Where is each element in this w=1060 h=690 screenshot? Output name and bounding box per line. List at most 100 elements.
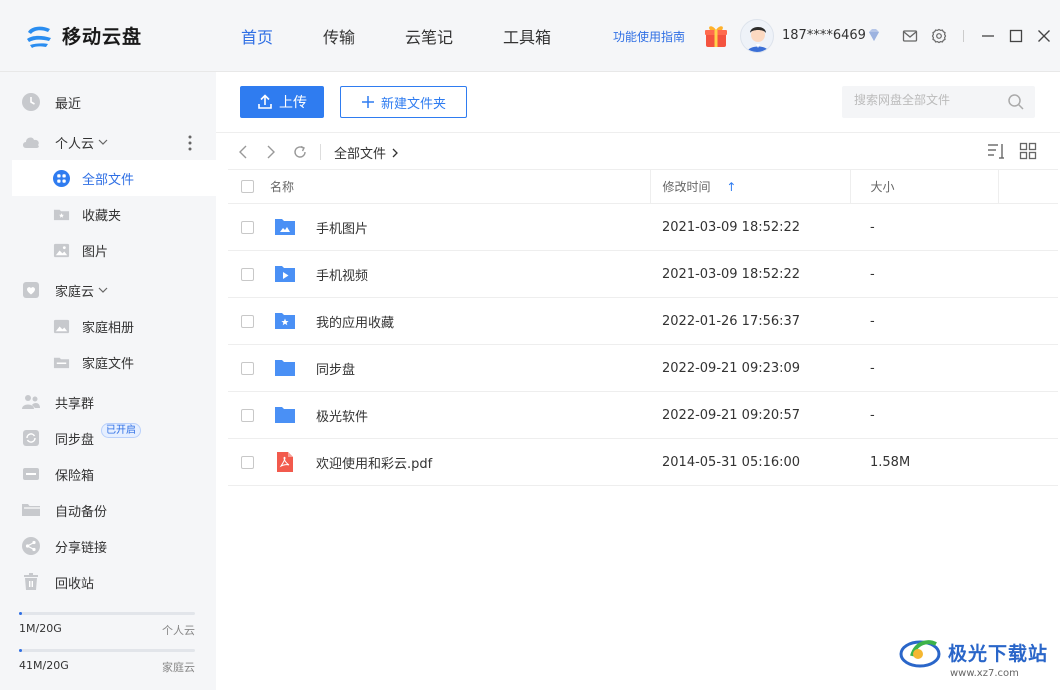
folder-open-icon [22, 504, 40, 516]
table-row[interactable]: 欢迎使用和彩云.pdf 2014-05-31 05:16:00 1.58M [228, 438, 1058, 486]
feature-guide-link[interactable]: 功能使用指南 [613, 28, 685, 45]
sidebar-item-all-files[interactable]: 全部文件 [12, 160, 216, 196]
upload-button[interactable]: 上传 [240, 86, 324, 118]
sidebar-item-recent[interactable]: 最近 [0, 84, 216, 120]
quota-bar-fill [19, 649, 22, 652]
row-checkbox[interactable] [241, 455, 254, 469]
quota-family: 41M/20G 家庭云 [19, 649, 195, 675]
file-modified: 2022-09-21 09:20:57 [650, 391, 850, 439]
sidebar-item-recycle-bin[interactable]: 回收站 [0, 564, 216, 600]
tab-cloud-notes[interactable]: 云笔记 [405, 24, 453, 48]
file-size: - [850, 203, 998, 251]
header-modified[interactable]: 修改时间 ↑ [649, 169, 850, 204]
row-checkbox[interactable] [241, 361, 254, 375]
row-checkbox[interactable] [241, 220, 254, 234]
header-size[interactable]: 大小 [849, 169, 998, 204]
pdf-icon [277, 452, 293, 472]
forward-arrow-icon[interactable] [262, 144, 278, 160]
select-all-checkbox[interactable] [241, 180, 254, 193]
more-options-icon[interactable] [186, 134, 194, 152]
header-name[interactable]: 名称 [270, 169, 650, 204]
user-avatar[interactable] [740, 19, 774, 53]
row-checkbox[interactable] [241, 267, 254, 281]
row-checkbox[interactable] [241, 408, 254, 422]
mail-icon[interactable] [902, 28, 918, 44]
gift-icon[interactable] [702, 22, 730, 50]
watermark-text: 极光下载站 [948, 642, 1049, 665]
grid-view-icon[interactable] [1019, 142, 1037, 160]
sidebar-item-family-cloud[interactable]: 家庭云 [0, 272, 216, 308]
sidebar-item-label: 图片 [82, 244, 109, 260]
top-bar: 移动云盘 首页 传输 云笔记 工具箱 功能使用指南 187****6469 [0, 0, 1060, 72]
sort-icon[interactable] [987, 142, 1005, 160]
breadcrumb[interactable]: 全部文件 [334, 143, 400, 162]
quota-bar [19, 649, 195, 652]
vip-diamond-icon[interactable] [866, 27, 882, 43]
table-row[interactable]: 手机视频 2021-03-09 18:52:22 - [228, 250, 1058, 298]
cloud-logo-icon [27, 26, 51, 48]
sidebar-item-favorites[interactable]: 收藏夹 [0, 196, 216, 232]
tab-transfer[interactable]: 传输 [323, 24, 355, 48]
sidebar-item-family-album[interactable]: 家庭相册 [0, 308, 216, 344]
close-icon[interactable] [1036, 28, 1052, 44]
file-name[interactable]: 极光软件 [270, 404, 650, 426]
search-input[interactable] [854, 93, 1004, 107]
file-name-text: 我的应用收藏 [316, 315, 395, 331]
sidebar-item-label: 收藏夹 [82, 208, 122, 224]
file-name[interactable]: 我的应用收藏 [270, 310, 650, 332]
refresh-icon[interactable] [292, 144, 308, 160]
sidebar-item-auto-backup[interactable]: 自动备份 [0, 492, 216, 528]
file-size: - [850, 391, 998, 439]
sidebar-item-label: 回收站 [55, 576, 95, 592]
sidebar-item-label: 家庭文件 [82, 356, 135, 372]
minimize-icon[interactable] [980, 28, 996, 44]
user-phone: 187****6469 [782, 28, 866, 43]
sidebar-item-share-link[interactable]: 分享链接 [0, 528, 216, 564]
table-row[interactable]: 手机图片 2021-03-09 18:52:22 - [228, 203, 1058, 251]
file-modified: 2022-01-26 17:56:37 [650, 297, 850, 345]
group-users-icon [22, 395, 40, 409]
back-arrow-icon[interactable] [236, 144, 252, 160]
settings-gear-icon[interactable] [931, 28, 947, 44]
table-row[interactable]: 同步盘 2022-09-21 09:23:09 - [228, 344, 1058, 392]
file-name[interactable]: 欢迎使用和彩云.pdf [270, 451, 650, 473]
file-name[interactable]: 同步盘 [270, 357, 650, 379]
tab-home[interactable]: 首页 [241, 24, 273, 48]
file-modified: 2014-05-31 05:16:00 [650, 438, 850, 486]
chevron-down-icon [98, 139, 108, 145]
table-row[interactable]: 我的应用收藏 2022-01-26 17:56:37 - [228, 297, 1058, 345]
quota-bar-fill [19, 612, 22, 615]
tab-toolbox[interactable]: 工具箱 [503, 24, 551, 48]
new-folder-label: 新建文件夹 [380, 96, 446, 112]
sync-icon [23, 430, 39, 446]
plus-icon [361, 96, 374, 108]
file-name[interactable]: 手机视频 [270, 263, 650, 285]
watermark: 极光下载站 www.xz7.com [898, 632, 1049, 679]
sidebar-item-label: 自动备份 [55, 504, 108, 520]
new-folder-button[interactable]: 新建文件夹 [340, 86, 467, 118]
sidebar-item-sync-disk[interactable]: 同步盘 已开启 [0, 420, 216, 456]
sidebar-item-share-group[interactable]: 共享群 [0, 384, 216, 420]
sidebar-item-label: 保险箱 [55, 468, 95, 484]
search-box [842, 86, 1035, 118]
quota-used: 41M/20G [19, 659, 69, 672]
window-controls-divider [963, 30, 964, 42]
sidebar-item-label: 家庭相册 [82, 320, 135, 336]
cloud-icon [23, 137, 39, 148]
album-icon [53, 319, 70, 333]
row-checkbox[interactable] [241, 314, 254, 328]
watermark-url: www.xz7.com [950, 668, 1019, 679]
folder-star-icon [275, 313, 295, 329]
file-size: 1.58M [850, 438, 998, 486]
search-icon[interactable] [1007, 93, 1025, 111]
maximize-icon[interactable] [1008, 28, 1024, 44]
table-row[interactable]: 极光软件 2022-09-21 09:20:57 - [228, 391, 1058, 439]
file-name[interactable]: 手机图片 [270, 216, 650, 238]
sidebar-item-pictures[interactable]: 图片 [0, 232, 216, 268]
sidebar: 最近 个人云 全部文件 收藏夹 图片 家庭云 家庭相册 家庭文件 共享群 同步盘… [0, 72, 216, 690]
sidebar-item-safe-box[interactable]: 保险箱 [0, 456, 216, 492]
file-name-text: 手机图片 [316, 221, 369, 237]
sidebar-item-personal-cloud[interactable]: 个人云 [0, 124, 216, 160]
sidebar-item-family-files[interactable]: 家庭文件 [0, 344, 216, 380]
quota-bar [19, 612, 195, 615]
